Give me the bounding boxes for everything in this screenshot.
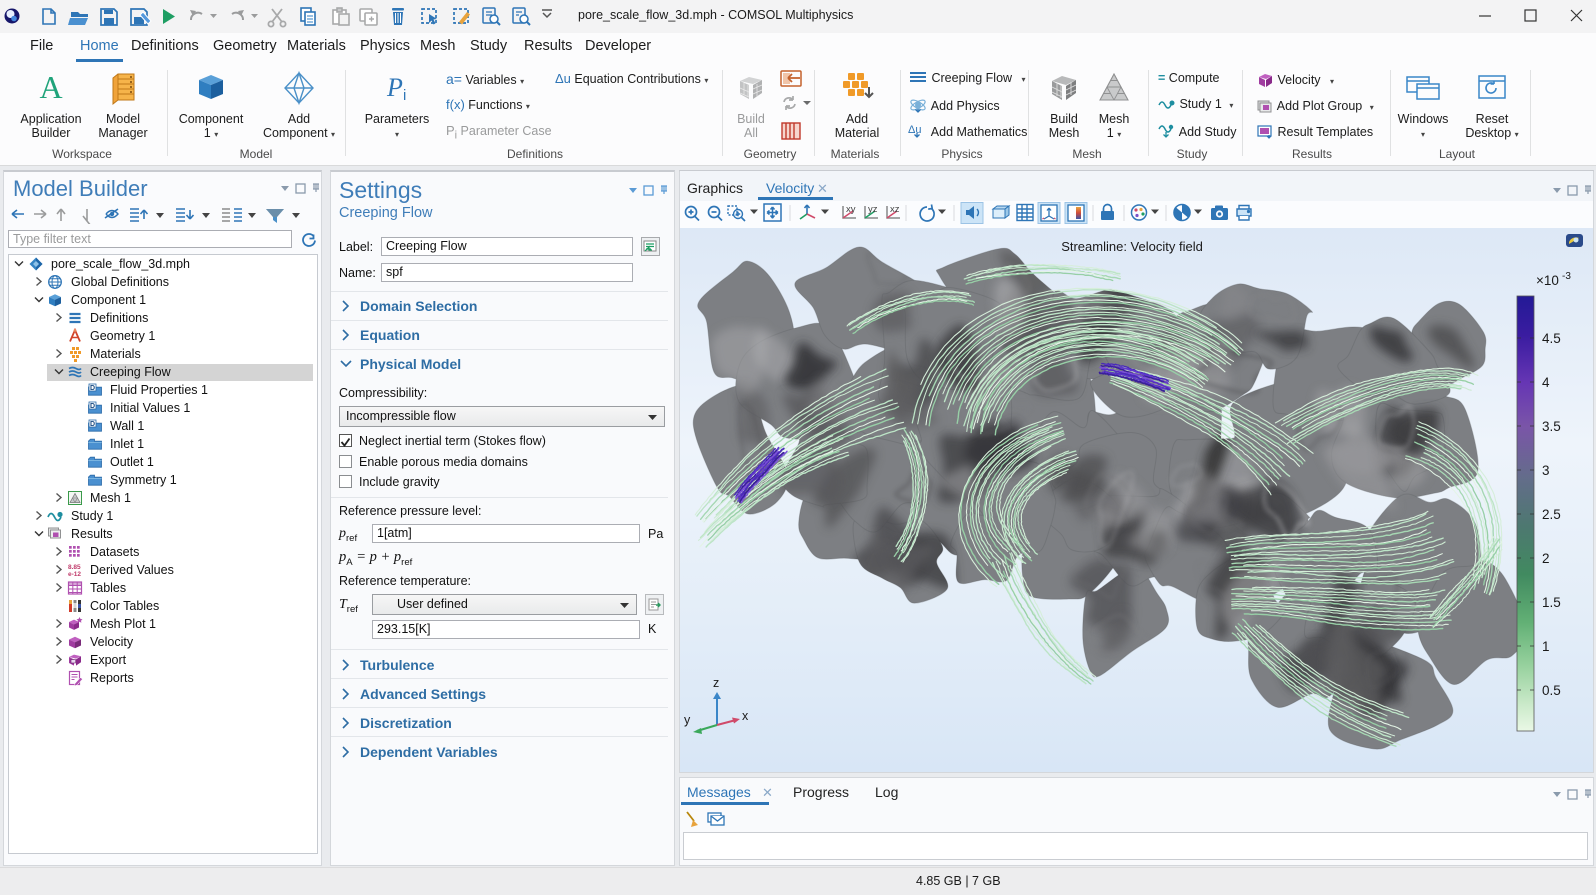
- svg-text:3.5: 3.5: [1542, 419, 1561, 434]
- svg-text:×10: ×10: [1536, 273, 1559, 288]
- svg-text:xy: xy: [846, 204, 856, 215]
- svg-text:i: i: [403, 87, 406, 104]
- svg-text:2: 2: [1542, 551, 1550, 566]
- svg-text:x: x: [742, 709, 749, 723]
- svg-text:Δu: Δu: [908, 124, 921, 136]
- svg-text:yz: yz: [868, 204, 878, 215]
- svg-text:P: P: [386, 73, 403, 102]
- svg-text:4: 4: [1542, 375, 1550, 390]
- svg-text:3: 3: [1542, 463, 1550, 478]
- svg-text:8.85: 8.85: [68, 564, 81, 571]
- svg-text:-3: -3: [1562, 271, 1571, 282]
- svg-text:D: D: [90, 403, 95, 410]
- svg-text:y: y: [684, 713, 691, 727]
- svg-text:4.5: 4.5: [1542, 331, 1561, 346]
- svg-text:0.5: 0.5: [1542, 683, 1561, 698]
- svg-text:2.5: 2.5: [1542, 507, 1561, 522]
- svg-text:Streamline: Velocity field: Streamline: Velocity field: [1061, 239, 1203, 254]
- svg-text:e-12: e-12: [68, 571, 81, 578]
- svg-text:D: D: [90, 421, 95, 428]
- svg-text:A: A: [39, 71, 62, 105]
- svg-text:D: D: [90, 385, 95, 392]
- svg-text:xz: xz: [890, 204, 900, 215]
- svg-text:z: z: [713, 676, 719, 690]
- svg-text:1.5: 1.5: [1542, 595, 1561, 610]
- svg-text:1: 1: [1542, 639, 1550, 654]
